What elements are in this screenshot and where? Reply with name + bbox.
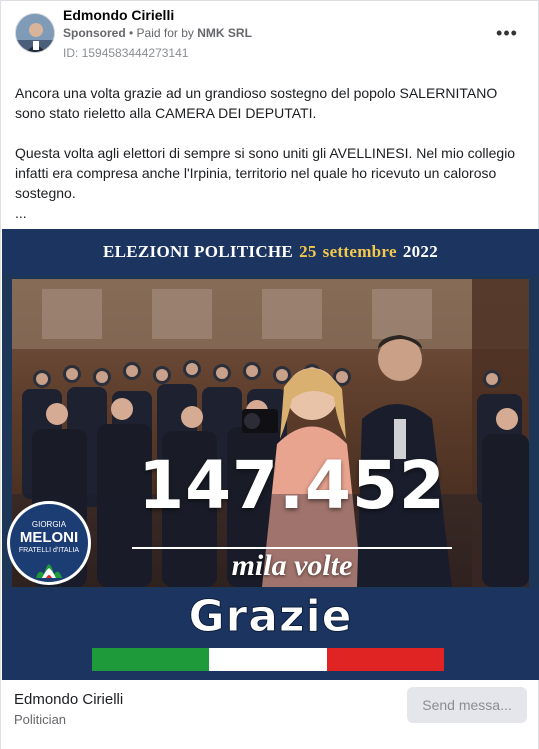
author-name[interactable]: Edmondo Cirielli xyxy=(63,7,174,23)
italian-flag-bar xyxy=(92,648,444,671)
thanks-text: Grazie xyxy=(188,591,353,643)
sponsored-line: Sponsored • Paid for by NMK SRL xyxy=(63,26,252,40)
flag-white xyxy=(209,648,327,671)
footer-page-category: Politician xyxy=(14,712,67,727)
sponsored-label: Sponsored xyxy=(63,26,126,40)
flag-red xyxy=(326,648,444,671)
vote-count: 147.452 xyxy=(138,447,446,524)
vote-subtitle: mila volte xyxy=(231,549,353,582)
thanks-band: Grazie xyxy=(2,589,539,680)
body-paragraph-2: Questa volta agli elettori di sempre si … xyxy=(15,145,516,201)
body-paragraph-1: Ancora una volta grazie ad un grandioso … xyxy=(15,85,498,121)
post-header: Edmondo Cirielli Sponsored • Paid for by… xyxy=(1,1,538,65)
ad-creative-image[interactable]: ELEZIONI POLITICHE 25 settembre 2022 147… xyxy=(2,229,539,680)
logo-last-name: MELONI xyxy=(19,529,79,546)
ad-id: ID: 1594583444273141 xyxy=(63,46,189,60)
paid-for-prefix: • Paid for by xyxy=(125,26,198,40)
payer-name[interactable]: NMK SRL xyxy=(197,26,252,40)
creative-title: ELEZIONI POLITICHE 25 settembre 2022 xyxy=(2,229,539,275)
ad-card: Edmondo Cirielli Sponsored • Paid for by… xyxy=(0,0,539,749)
avatar[interactable] xyxy=(15,13,55,53)
party-logo: GIORGIA MELONI FRATELLI d'ITALIA xyxy=(7,501,91,585)
flag-green xyxy=(92,648,210,671)
title-text: ELEZIONI POLITICHE xyxy=(102,242,294,261)
send-message-button[interactable]: Send messa... xyxy=(407,687,527,723)
title-month: settembre xyxy=(322,242,397,261)
post-body: Ancora una volta grazie ad un grandioso … xyxy=(15,83,527,223)
footer-page-name[interactable]: Edmondo Cirielli xyxy=(14,691,123,708)
title-day: 25 xyxy=(299,242,317,261)
logo-party: FRATELLI d'ITALIA xyxy=(18,547,80,554)
more-options-icon[interactable]: ••• xyxy=(493,19,521,47)
post-footer: Edmondo Cirielli Politician Send messa..… xyxy=(1,680,538,749)
avatar-portrait xyxy=(16,14,54,52)
flame-icon xyxy=(36,564,62,578)
logo-first-name: GIORGIA xyxy=(31,520,67,529)
see-more-ellipsis[interactable]: ... xyxy=(15,203,27,223)
title-year: 2022 xyxy=(402,242,439,261)
